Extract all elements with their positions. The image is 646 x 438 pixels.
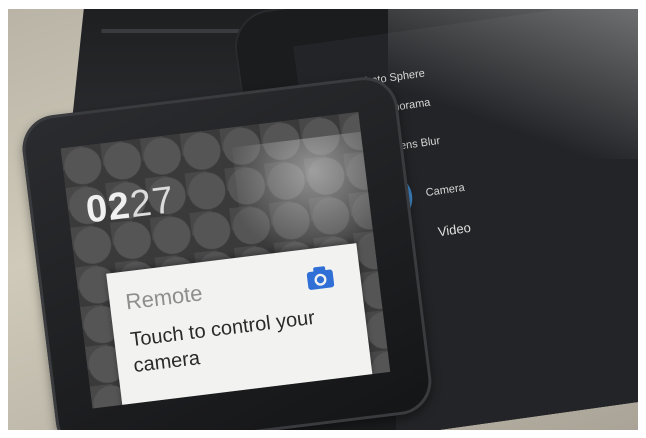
- time-hours: 02: [83, 184, 133, 232]
- watch-screen: 0227 Remote Touch to control your camera: [60, 111, 391, 409]
- notification-title: Remote: [124, 280, 204, 315]
- notification-card[interactable]: Remote Touch to control your camera: [106, 243, 375, 409]
- photograph: ◉ Photo Sphere ▭ Panorama ✿ Lens Blur ▣ …: [8, 9, 638, 430]
- menu-item-label: Video: [436, 219, 472, 240]
- smartwatch: 0227 Remote Touch to control your camera: [18, 73, 436, 430]
- time-minutes: 27: [127, 179, 177, 227]
- photo-frame: ◉ Photo Sphere ▭ Panorama ✿ Lens Blur ▣ …: [0, 0, 646, 438]
- camera-icon[interactable]: [305, 264, 336, 291]
- menu-item-label: Camera: [425, 181, 466, 200]
- notification-body: Touch to control your camera: [129, 306, 317, 378]
